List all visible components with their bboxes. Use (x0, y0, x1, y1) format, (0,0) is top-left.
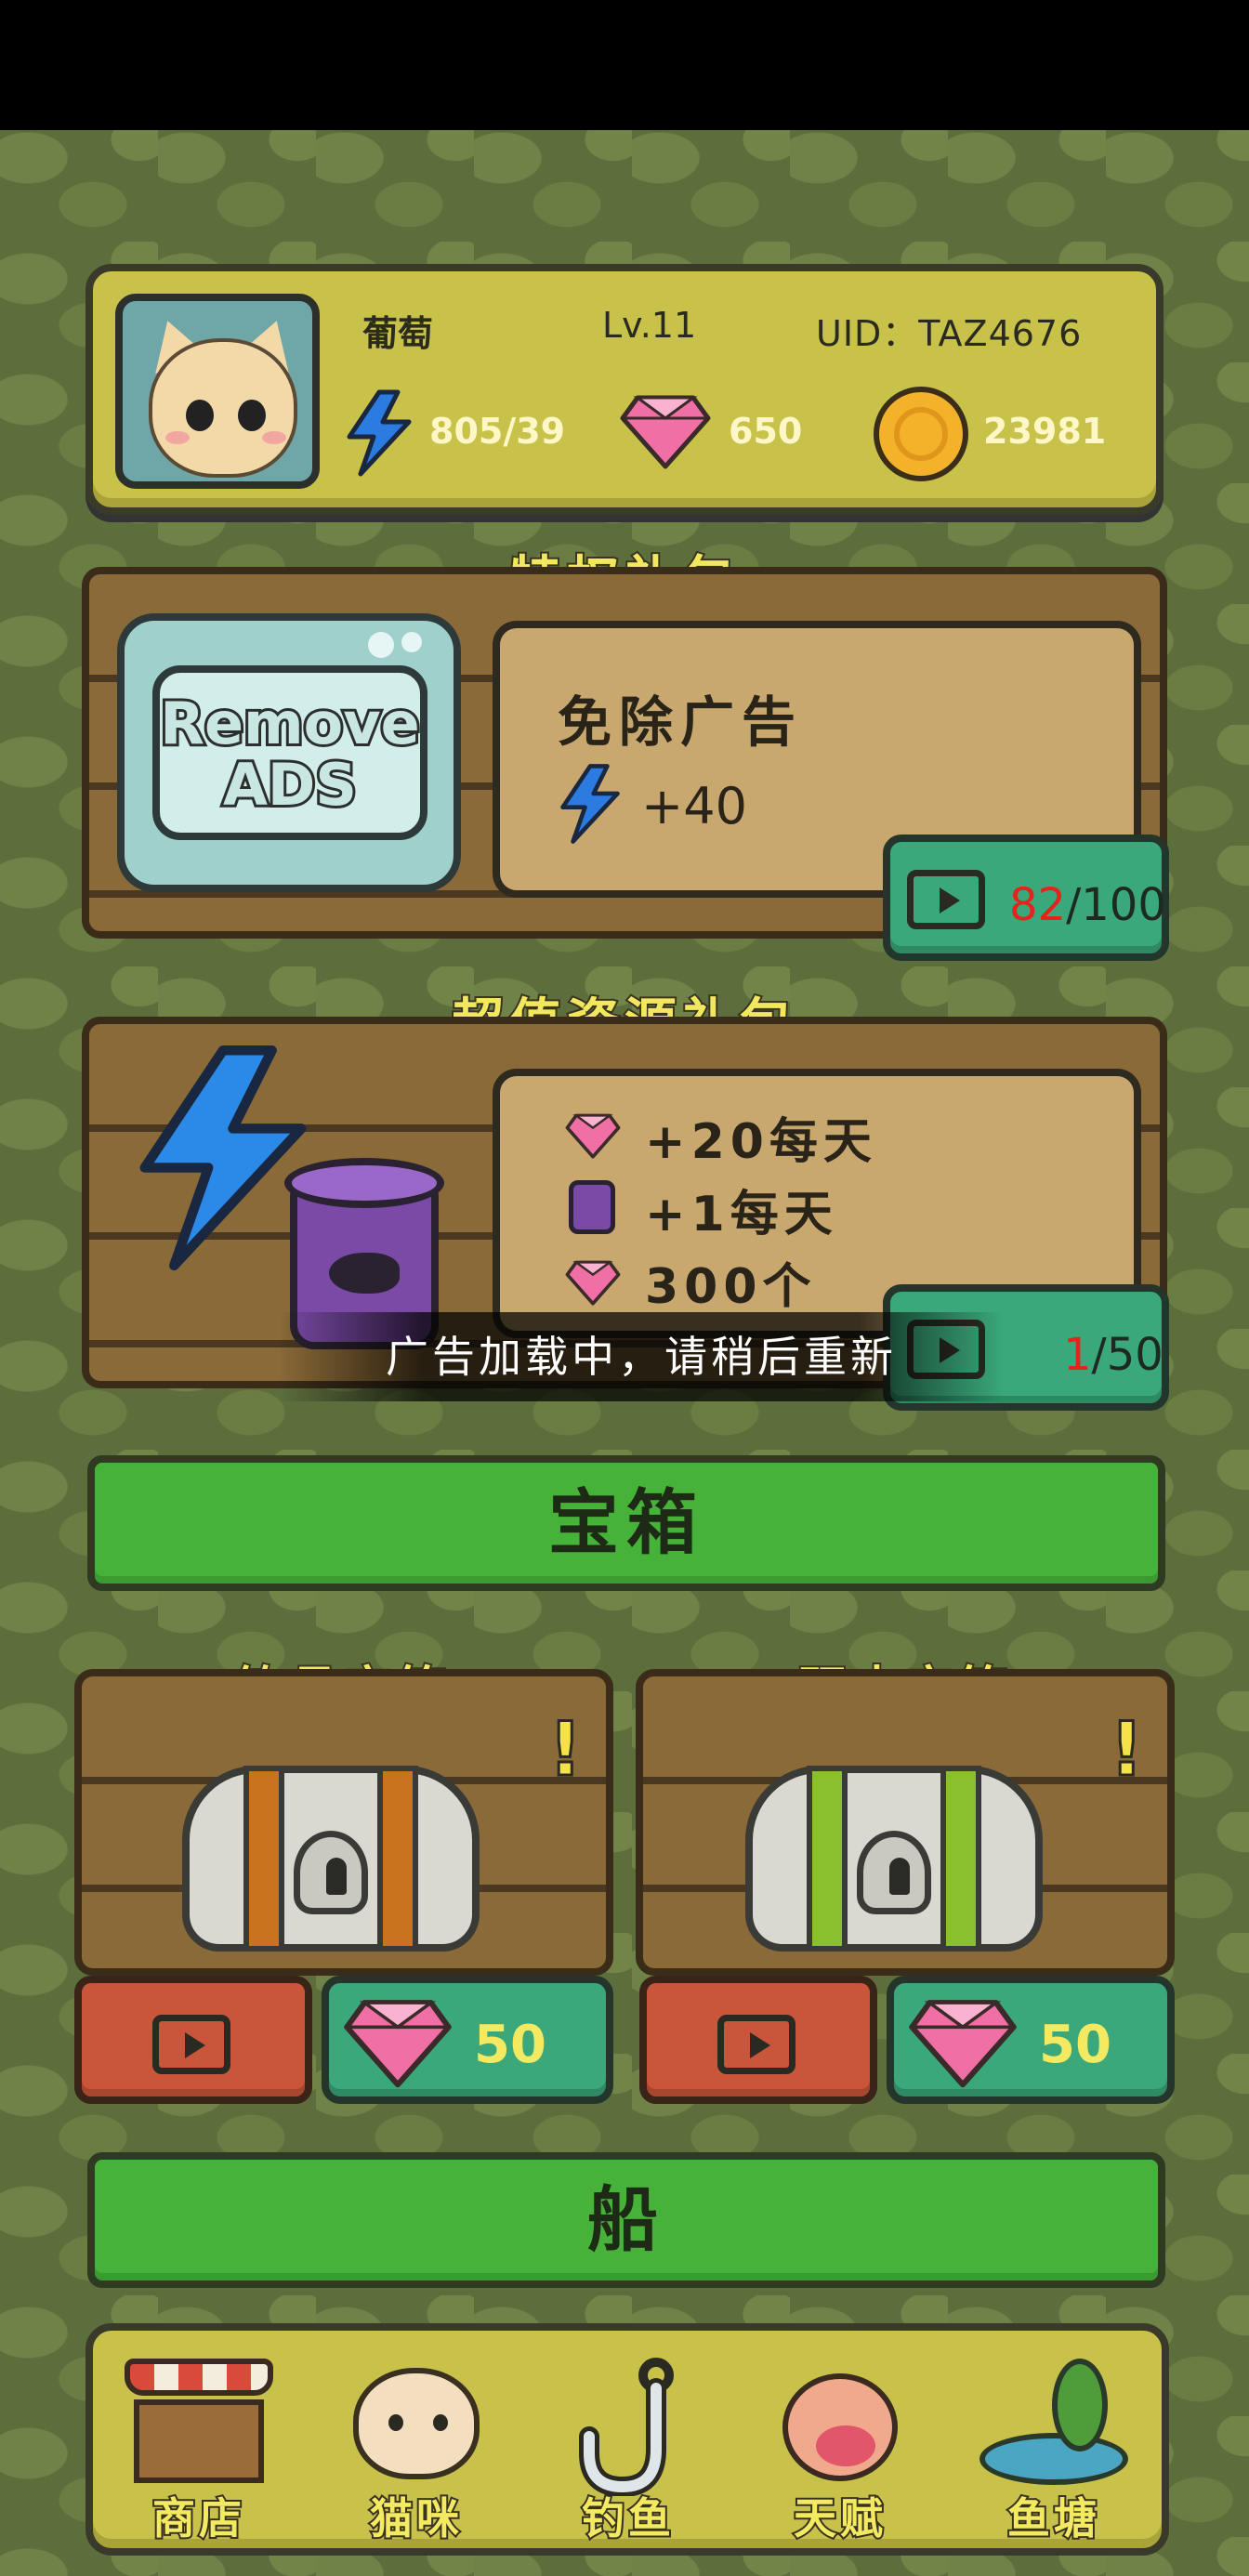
nav-item-shop[interactable]: 商店 (106, 2349, 292, 2554)
tv-text-ads: ADS (220, 751, 360, 819)
boat-section-header[interactable]: 船 (87, 2152, 1165, 2288)
gem-icon (342, 1996, 454, 2093)
lock-icon (857, 1831, 931, 1914)
fish-silhouette (329, 1253, 400, 1294)
energy-bolt-icon (130, 1037, 316, 1282)
cat-eye-right (238, 400, 266, 431)
chest-band (243, 1766, 284, 1952)
value-reward-2: +1每天 (645, 1187, 838, 1242)
player-uid: UID：TAZ4676 (816, 313, 1083, 354)
cat-cheek-right (262, 431, 286, 444)
remove-ads-tv-icon: Remove ADS (117, 613, 461, 892)
cat-eye-left (388, 2414, 403, 2431)
nav-label-shop: 商店 (151, 2491, 245, 2545)
nav-item-talent[interactable]: 天赋 (747, 2349, 933, 2554)
nav-item-pond[interactable]: 鱼塘 (961, 2349, 1147, 2554)
privilege-progress: 82/100 (1009, 879, 1166, 931)
video-icon (717, 2015, 795, 2074)
coin-value: 23981 (983, 411, 1107, 452)
can-lid (284, 1158, 444, 1208)
chest-1-price: 50 (474, 2015, 546, 2075)
privilege-ad-button[interactable]: 82/100 (883, 835, 1169, 961)
energy-icon (558, 762, 623, 849)
fish-can-icon (569, 1180, 615, 1234)
chest-2-ad-button[interactable] (639, 1976, 877, 2104)
tv-knob (368, 632, 394, 658)
cat-eye-left (186, 400, 214, 431)
shop-stall (134, 2399, 264, 2483)
energy-value: 805/39 (429, 411, 566, 452)
status-bar (0, 0, 1249, 130)
tv-knob (401, 632, 422, 652)
chest-1-ad-button[interactable] (74, 1976, 312, 2104)
chest-2-price: 50 (1039, 2015, 1111, 2075)
nav-label-pond: 鱼塘 (1006, 2491, 1100, 2545)
gem-icon (907, 1996, 1019, 2093)
privilege-pack-name: 免除广告 (558, 690, 804, 754)
nav-item-fishing[interactable]: 钓鱼 (535, 2349, 721, 2554)
energy-icon (344, 388, 414, 490)
pond-icon (979, 2433, 1128, 2485)
player-name: 葡萄 (362, 313, 434, 354)
nav-label-cats: 猫咪 (368, 2491, 463, 2545)
cat-face-icon (149, 338, 297, 478)
nav-item-cats[interactable]: 猫咪 (323, 2349, 509, 2554)
cat-icon (353, 2368, 480, 2479)
tv-screen: Remove ADS (152, 665, 427, 840)
shop-icon (125, 2359, 273, 2396)
privilege-progress-total: /100 (1066, 879, 1166, 931)
value-progress: 1/50 (1063, 1329, 1164, 1381)
value-progress-total: /50 (1091, 1329, 1164, 1381)
tree-icon (1052, 2359, 1108, 2451)
fishing-hook-icon (579, 2358, 674, 2496)
fishing-gear-chest-icon[interactable] (173, 1728, 489, 1961)
gem-icon (565, 1111, 621, 1163)
ad-loading-toast: 广告加载中，请稍后重新 (279, 1312, 1004, 1401)
cat-eye-right (433, 2414, 448, 2431)
exclamation-icon: ! (547, 1705, 584, 1794)
bottom-nav: 商店 猫咪 钓鱼 天赋 鱼塘 (85, 2323, 1169, 2556)
video-icon (907, 870, 985, 929)
keyhole (326, 1858, 347, 1895)
avatar[interactable] (115, 294, 320, 489)
privilege-pack-reward: +40 (641, 777, 747, 835)
cat-cheek-left (165, 431, 190, 444)
profile-card: 葡萄 Lv.11 UID：TAZ4676 805/39 650 23981 (85, 264, 1164, 515)
paw-icon (782, 2373, 898, 2481)
nav-label-fishing: 钓鱼 (580, 2491, 675, 2545)
gem-icon (565, 1258, 621, 1310)
value-reward-3: 300个 (645, 1259, 817, 1315)
exclamation-icon: ! (1109, 1705, 1145, 1794)
chest-1-gem-button[interactable]: 50 (322, 1976, 613, 2104)
lock-icon (294, 1831, 368, 1914)
naughty-chest-icon[interactable] (736, 1728, 1052, 1961)
player-level: Lv.11 (602, 305, 697, 346)
gem-icon (619, 392, 712, 474)
chest-band (807, 1766, 848, 1952)
chest-band (940, 1766, 981, 1952)
video-icon (152, 2015, 230, 2074)
value-reward-1: +20每天 (645, 1114, 877, 1170)
coin-icon (872, 385, 970, 487)
value-progress-current: 1 (1063, 1329, 1092, 1381)
chest-2-gem-button[interactable]: 50 (887, 1976, 1175, 2104)
nav-label-talent: 天赋 (792, 2491, 887, 2545)
keyhole (889, 1858, 910, 1895)
chest-band (377, 1766, 418, 1952)
gem-value: 650 (729, 411, 803, 452)
chest-section-header[interactable]: 宝箱 (87, 1455, 1165, 1591)
privilege-progress-current: 82 (1009, 879, 1067, 931)
tv-text-remove: Remove (157, 690, 422, 757)
paw-pad (816, 2425, 875, 2466)
